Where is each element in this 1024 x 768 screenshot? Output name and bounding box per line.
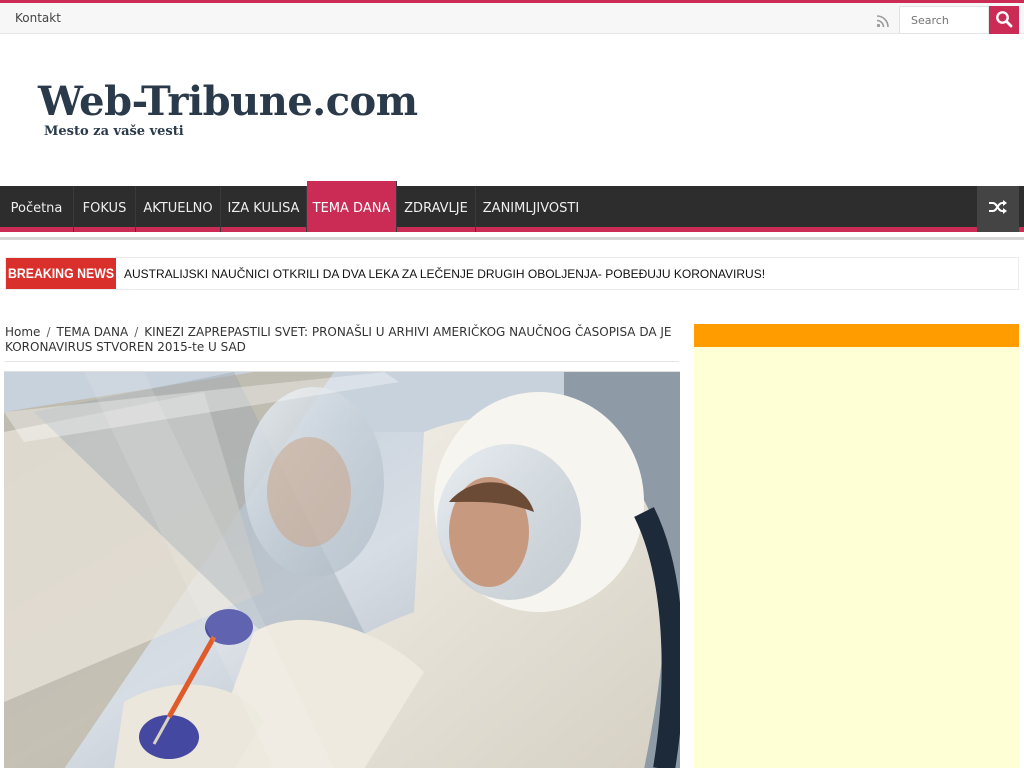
sidebar-ad-header — [694, 324, 1019, 347]
breadcrumb: Home / TEMA DANA / KINEZI ZAPREPASTILI SVET:… — [5, 325, 679, 362]
site-logo[interactable]: Web-Tribune.com Mesto za vaše vesti — [38, 78, 418, 139]
nav-item-zdravlje[interactable]: ZDRAVLJE — [397, 186, 476, 232]
main-nav: Početna FOKUS AKTUELNO IZA KULISA TEMA D… — [0, 181, 1024, 232]
nav-item-aktuelno[interactable]: AKTUELNO — [136, 186, 221, 232]
sidebar-ad[interactable] — [694, 324, 1019, 768]
rss-icon[interactable] — [876, 13, 890, 28]
site-title: Web-Tribune.com — [38, 78, 418, 125]
nav-item-iza-kulisa[interactable]: IZA KULISA — [221, 186, 307, 232]
site-tagline: Mesto za vaše vesti — [44, 124, 184, 139]
nav-item-fokus[interactable]: FOKUS — [74, 186, 136, 232]
random-article-button[interactable] — [977, 186, 1019, 232]
breaking-news-headline[interactable]: AUSTRALIJSKI NAUČNICI OTKRILI DA DVA LEK… — [124, 267, 765, 281]
breadcrumb-home[interactable]: Home — [5, 325, 40, 339]
breadcrumb-category[interactable]: TEMA DANA — [56, 325, 128, 339]
breaking-news-label: BREAKING NEWS — [6, 258, 116, 289]
breaking-news-ticker: BREAKING NEWS AUSTRALIJSKI NAUČNICI OTKR… — [5, 257, 1019, 290]
search-button[interactable] — [989, 6, 1019, 34]
nav-divider — [0, 237, 1024, 240]
contact-link[interactable]: Kontakt — [15, 11, 61, 25]
breadcrumb-separator: / — [46, 325, 51, 339]
nav-item-zanimljivosti[interactable]: ZANIMLJIVOSTI — [476, 186, 586, 232]
shuffle-icon — [988, 199, 1008, 219]
nav-item-tema-dana[interactable]: TEMA DANA — [307, 181, 397, 232]
breadcrumb-separator: / — [134, 325, 139, 339]
article-featured-image[interactable] — [4, 371, 680, 768]
search-input[interactable] — [899, 6, 989, 34]
nav-item-pocetna[interactable]: Početna — [0, 186, 74, 232]
search-icon — [995, 10, 1013, 31]
top-bar: Kontakt — [0, 0, 1024, 34]
